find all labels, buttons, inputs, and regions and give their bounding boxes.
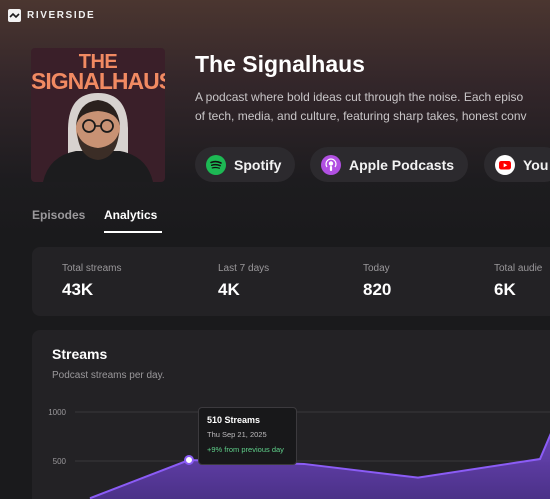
highlighted-data-point[interactable] (184, 455, 194, 466)
tooltip-change: +9% from previous day (207, 445, 284, 454)
tooltip-date: Thu Sep 21, 2025 (207, 430, 267, 439)
tooltip-title: 510 Streams (207, 415, 261, 425)
y-tick-label: 1000 (48, 408, 66, 417)
y-tick-label: 500 (53, 457, 67, 466)
streams-area (89, 435, 550, 499)
chart-tooltip: 510 Streams Thu Sep 21, 2025 +9% from pr… (198, 407, 297, 465)
